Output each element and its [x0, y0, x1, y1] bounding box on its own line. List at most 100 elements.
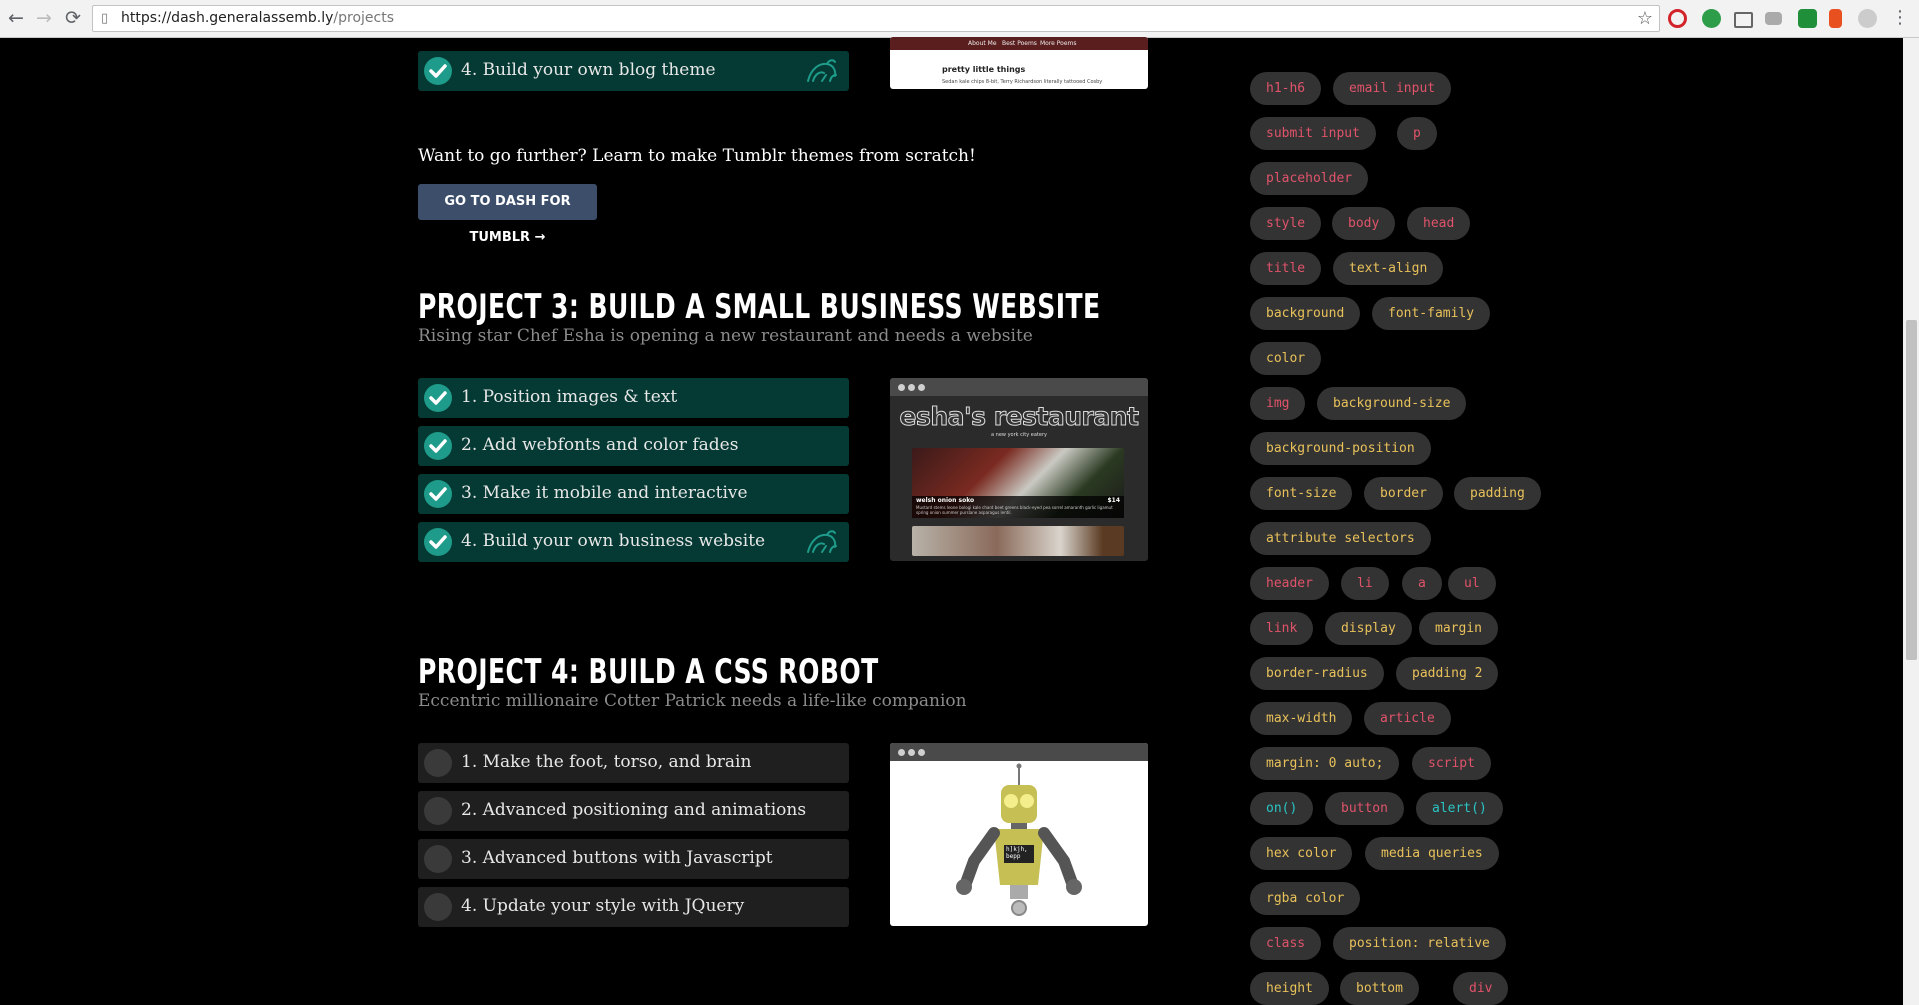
thumb-post-title: pretty little things: [942, 65, 1026, 74]
tag-submit-input[interactable]: submit input: [1250, 117, 1376, 150]
unchecked-circle-icon: [424, 749, 452, 777]
tag-placeholder[interactable]: placeholder: [1250, 162, 1369, 195]
tag-max-width[interactable]: max-width: [1250, 702, 1353, 735]
tag-style[interactable]: style: [1250, 207, 1322, 240]
tag-height[interactable]: height: [1250, 972, 1329, 1005]
tag-body[interactable]: body: [1332, 207, 1396, 240]
tag-media-queries[interactable]: media queries: [1365, 837, 1499, 870]
thumb-dish-price: $14: [1107, 497, 1120, 504]
window-dot: [918, 749, 925, 756]
tag-text-align[interactable]: text-align: [1333, 252, 1444, 285]
task-item[interactable]: 4. Update your style with JQuery: [418, 887, 849, 927]
tag-background-size[interactable]: background-size: [1317, 387, 1467, 420]
task-item[interactable]: 1. Position images & text: [418, 378, 849, 418]
tag-position-relative[interactable]: position: relative: [1333, 927, 1506, 960]
thumb-nav-item: About Me: [968, 40, 997, 47]
dinosaur-icon: [807, 59, 837, 82]
thumb-dish-card: welsh onion soko $14 Mustard stems leone…: [912, 448, 1124, 518]
task-item[interactable]: 2. Advanced positioning and animations: [418, 791, 849, 831]
tag-script[interactable]: script: [1412, 747, 1491, 780]
task-label: 3. Make it mobile and interactive: [461, 483, 748, 503]
tag-border[interactable]: border: [1364, 477, 1443, 510]
bookmark-star-icon[interactable]: ☆: [1637, 8, 1653, 29]
tag-email-input[interactable]: email input: [1333, 72, 1452, 105]
address-bar[interactable]: ▯ https://dash.generalassemb.ly/projects…: [92, 5, 1660, 32]
tag-margin[interactable]: margin: [1419, 612, 1498, 645]
tag-border-radius[interactable]: border-radius: [1250, 657, 1384, 690]
robot-thumbnail: h]kjh, bepp: [890, 743, 1148, 926]
thumb-restaurant-title: esha's restaurant: [899, 402, 1139, 432]
task-label: 2. Advanced positioning and animations: [461, 800, 807, 820]
window-dot: [898, 384, 905, 391]
task-item[interactable]: 1. Make the foot, torso, and brain: [418, 743, 849, 783]
check-icon: [424, 57, 452, 85]
tag-display[interactable]: display: [1325, 612, 1412, 645]
tag-a[interactable]: a: [1402, 567, 1442, 600]
extension-grey-icon[interactable]: [1858, 9, 1877, 28]
unchecked-circle-icon: [424, 845, 452, 873]
tag-background[interactable]: background: [1250, 297, 1361, 330]
go-to-dash-tumblr-button[interactable]: GO TO DASH FOR TUMBLR →: [418, 184, 597, 245]
tag-color[interactable]: color: [1250, 342, 1322, 375]
tag-button[interactable]: button: [1325, 792, 1404, 825]
tag-on[interactable]: on(): [1250, 792, 1314, 825]
tag-hex-color[interactable]: hex color: [1250, 837, 1353, 870]
thumb-header: About Me Best Poems More Poems: [890, 37, 1148, 50]
back-icon[interactable]: ←: [4, 6, 28, 30]
tag-background-position[interactable]: background-position: [1250, 432, 1431, 465]
thumb-post-text: Sedan kale chips 8-bit, Terry Richardson…: [942, 79, 1103, 85]
thumb-tagline: a new york city eatery: [991, 432, 1047, 438]
tag-img[interactable]: img: [1250, 387, 1306, 420]
task-item[interactable]: 2. Add webfonts and color fades: [418, 426, 849, 466]
reload-icon[interactable]: ⟳: [61, 6, 85, 30]
opera-icon[interactable]: [1668, 9, 1687, 28]
task-item[interactable]: 4. Build your own business website: [418, 522, 849, 562]
tag-article[interactable]: article: [1364, 702, 1451, 735]
thumb-dish-name: welsh onion soko: [916, 497, 975, 504]
tag-font-size[interactable]: font-size: [1250, 477, 1353, 510]
extension-green-icon[interactable]: [1702, 9, 1721, 28]
cast-icon[interactable]: [1734, 12, 1753, 28]
project-title: PROJECT 4: BUILD A CSS ROBOT: [418, 652, 879, 692]
extension-counter-icon[interactable]: [1798, 9, 1817, 28]
tag-attribute-selectors[interactable]: attribute selectors: [1250, 522, 1431, 555]
tag-head[interactable]: head: [1407, 207, 1471, 240]
forward-icon[interactable]: →: [32, 6, 56, 30]
tag-rgba-color[interactable]: rgba color: [1250, 882, 1361, 915]
url-path: /projects: [333, 10, 395, 26]
blog-thumbnail: About Me Best Poems More Poems pretty li…: [890, 37, 1148, 89]
tag-padding-2[interactable]: padding 2: [1396, 657, 1499, 690]
task-label: 4. Build your own business website: [461, 531, 766, 551]
tag-title[interactable]: title: [1250, 252, 1322, 285]
task-item[interactable]: 3. Make it mobile and interactive: [418, 474, 849, 514]
tag-h1-h6[interactable]: h1-h6: [1250, 72, 1322, 105]
thumb-window-bar: [890, 378, 1148, 396]
tag-class[interactable]: class: [1250, 927, 1322, 960]
tag-link[interactable]: link: [1250, 612, 1314, 645]
task-item[interactable]: 4. Build your own blog theme: [418, 51, 849, 91]
tag-bottom[interactable]: bottom: [1340, 972, 1419, 1005]
tag-div[interactable]: div: [1453, 972, 1509, 1005]
tag-ul[interactable]: ul: [1448, 567, 1496, 600]
tag-p[interactable]: p: [1397, 117, 1437, 150]
scrollbar[interactable]: [1903, 38, 1919, 1005]
thumb-nav-item: Best Poems: [1002, 40, 1037, 47]
thumb-dish-card-2: [912, 526, 1124, 556]
tag-padding[interactable]: padding: [1454, 477, 1541, 510]
extension-chat-icon[interactable]: [1765, 12, 1782, 25]
dinosaur-icon: [807, 530, 837, 553]
window-dot: [918, 384, 925, 391]
tag-alert[interactable]: alert(): [1416, 792, 1503, 825]
thumb-dish-caption: welsh onion soko $14 Mustard stems leone…: [912, 496, 1124, 518]
tag-li[interactable]: li: [1341, 567, 1389, 600]
scrollbar-thumb[interactable]: [1906, 320, 1917, 660]
tag-margin-auto[interactable]: margin: 0 auto;: [1250, 747, 1400, 780]
thumb-window-bar: [890, 743, 1148, 761]
office-icon[interactable]: [1829, 9, 1842, 28]
menu-icon[interactable]: ⋮: [1888, 6, 1912, 30]
task-item[interactable]: 3. Advanced buttons with Javascript: [418, 839, 849, 879]
tag-font-family[interactable]: font-family: [1372, 297, 1491, 330]
check-icon: [424, 528, 452, 556]
project-title: PROJECT 3: BUILD A SMALL BUSINESS WEBSIT…: [418, 287, 1101, 327]
tag-header[interactable]: header: [1250, 567, 1329, 600]
